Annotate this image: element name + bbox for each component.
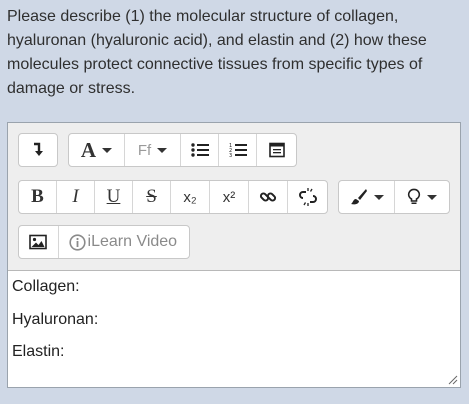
font-family-button[interactable]: Ff — [125, 134, 181, 166]
toolbar-group-toggle — [18, 133, 58, 167]
media-manager-icon — [268, 142, 285, 158]
chevron-down-icon — [102, 147, 113, 153]
underline-button[interactable]: U — [95, 181, 133, 213]
toolbar-group-tools — [338, 180, 450, 214]
underline-label: U — [106, 186, 121, 207]
font-style-label: A — [80, 137, 97, 162]
unlink-icon — [298, 188, 317, 206]
media-manager-button[interactable] — [257, 134, 296, 166]
ilearn-video-label: iLearn Video — [87, 233, 178, 250]
bold-label: B — [31, 186, 44, 207]
show-more-buttons-button[interactable] — [19, 134, 57, 166]
insert-image-button[interactable] — [19, 226, 59, 258]
content-line-elastin: Elastin: — [12, 343, 65, 360]
show-more-icon — [34, 142, 43, 156]
toolbar-group-format: A Ff 1 2 3 — [68, 133, 297, 167]
editor-toolbar: A Ff 1 2 3 B I U S x₂ x² iLearn Video — [8, 123, 460, 271]
subscript-label: x₂ — [183, 188, 197, 206]
unordered-list-icon — [190, 143, 209, 157]
unordered-list-button[interactable] — [181, 134, 219, 166]
superscript-label: x² — [222, 188, 236, 206]
rich-text-editor: A Ff 1 2 3 B I U S x₂ x² iLearn Video Co… — [7, 122, 461, 388]
subscript-button[interactable]: x₂ — [171, 181, 210, 213]
toolbar-group-text: B I U S x₂ x² — [18, 180, 328, 214]
italic-label: I — [72, 186, 79, 207]
toolbar-group-media: iLearn Video — [18, 225, 190, 259]
ordered-list-icon: 1 2 3 — [229, 143, 247, 158]
info-circle-icon — [68, 233, 86, 251]
strikethrough-label: S — [146, 186, 157, 207]
image-icon — [29, 234, 48, 250]
svg-text:3: 3 — [229, 153, 232, 158]
unlink-button[interactable] — [288, 181, 327, 213]
content-line-hyaluronan: Hyaluronan: — [12, 310, 99, 328]
editor-content-area[interactable]: Collagen: Hyaluronan: Elastin: — [8, 271, 460, 387]
paintbrush-button[interactable] — [339, 181, 395, 213]
link-button[interactable] — [249, 181, 288, 213]
chevron-down-icon — [373, 194, 384, 200]
chevron-down-icon — [157, 147, 168, 153]
ordered-list-button[interactable]: 1 2 3 — [219, 134, 257, 166]
lightbulb-button[interactable] — [395, 181, 449, 213]
question-text: Please describe (1) the molecular struct… — [7, 8, 427, 97]
paintbrush-icon — [350, 189, 367, 205]
link-icon — [259, 192, 277, 202]
font-family-label: Ff — [137, 141, 152, 159]
lightbulb-icon — [407, 188, 421, 204]
content-line-collagen: Collagen: — [12, 278, 80, 295]
bold-button[interactable]: B — [19, 181, 57, 213]
superscript-button[interactable]: x² — [210, 181, 249, 213]
resize-handle-icon[interactable] — [448, 375, 458, 385]
ilearn-video-button[interactable]: iLearn Video — [59, 226, 189, 258]
strikethrough-button[interactable]: S — [133, 181, 171, 213]
italic-button[interactable]: I — [57, 181, 95, 213]
font-style-button[interactable]: A — [69, 134, 125, 166]
chevron-down-icon — [427, 194, 437, 200]
